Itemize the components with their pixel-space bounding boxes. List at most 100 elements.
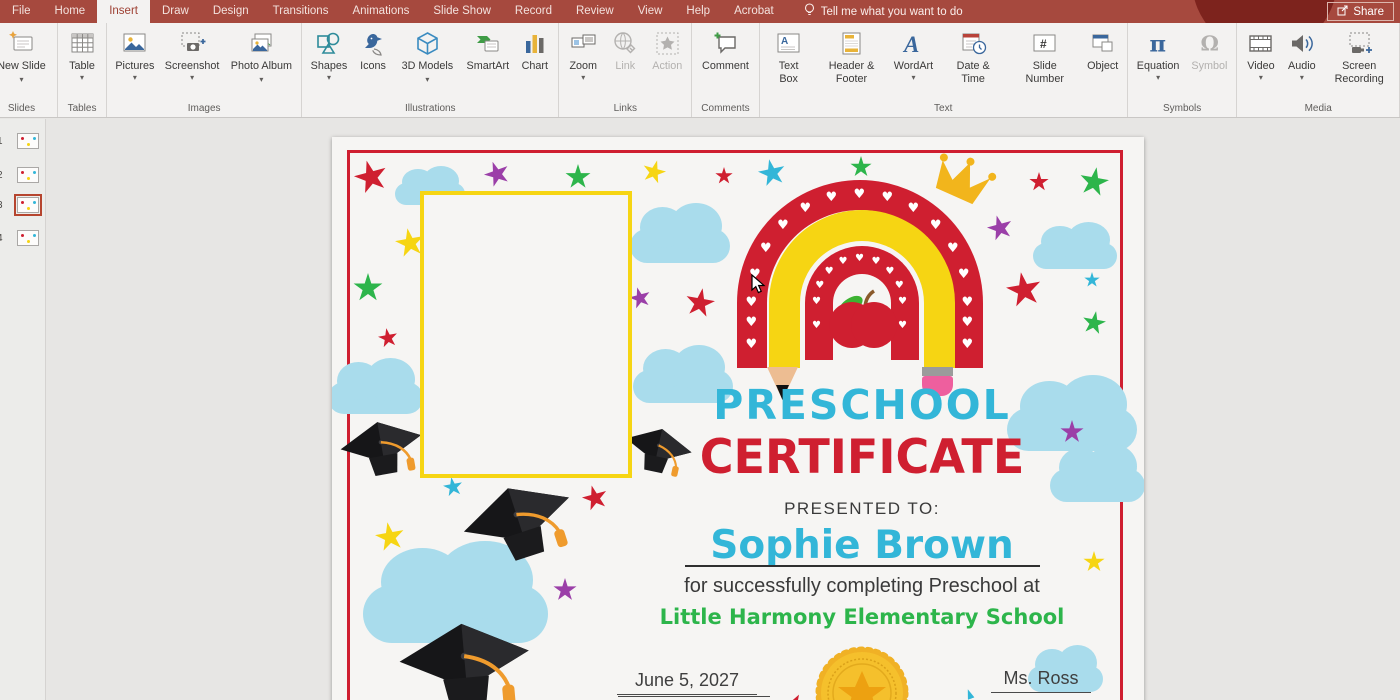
slide-number-button[interactable]: #Slide Number bbox=[1008, 26, 1082, 85]
tab-view[interactable]: View bbox=[626, 0, 675, 23]
ribbon: New Slide ▾SlidesTable▾TablesPictures▾Sc… bbox=[0, 23, 1400, 118]
tab-design[interactable]: Design bbox=[201, 0, 261, 23]
comment-button[interactable]: Comment bbox=[696, 26, 755, 73]
header-footer-button[interactable]: Header & Footer bbox=[815, 26, 889, 85]
school-name-text[interactable]: Little Harmony Elementary School bbox=[522, 605, 1144, 629]
symbol-button: Ω Symbol bbox=[1185, 26, 1233, 73]
tell-me-box[interactable]: Tell me what you want to do bbox=[796, 0, 971, 23]
svg-text:#: # bbox=[1040, 37, 1047, 51]
graduation-cap-decoration bbox=[393, 616, 536, 700]
student-name-text[interactable]: Sophie Brown bbox=[522, 523, 1144, 568]
heart-icon: ♥ bbox=[815, 281, 824, 291]
ribbon-group-label: Links bbox=[608, 100, 643, 117]
new-slide-button[interactable]: New Slide ▾ bbox=[0, 26, 54, 85]
ribbon-group-label: Media bbox=[1299, 100, 1338, 117]
tab-draw[interactable]: Draw bbox=[150, 0, 201, 23]
smartart-icon bbox=[473, 28, 503, 58]
chevron-down-icon: ▾ bbox=[1300, 74, 1304, 82]
tab-help[interactable]: Help bbox=[674, 0, 722, 23]
ribbon-button-label: New Slide ▾ bbox=[0, 60, 48, 85]
chevron-down-icon: ▾ bbox=[190, 74, 194, 82]
date-text[interactable]: June 5, 2027 bbox=[617, 670, 757, 695]
ribbon-group-slides: New Slide ▾ Slides bbox=[0, 23, 58, 117]
ribbon-group-media: Video▾Audio▾Screen Recording Media bbox=[1237, 23, 1400, 117]
audio-button[interactable]: Audio▾ bbox=[1281, 26, 1322, 82]
ribbon-button-label: Header & Footer bbox=[821, 60, 883, 85]
equation-button[interactable]: πEquation▾ bbox=[1131, 26, 1186, 82]
certificate-title-certificate[interactable]: CERTIFICATE bbox=[529, 430, 1144, 485]
screenshot-icon bbox=[177, 28, 207, 58]
slide-canvas[interactable]: ♥♥♥♥♥♥♥♥♥♥♥♥♥♥♥♥♥♥♥♥♥♥♥♥♥♥♥♥ PRESCHOOL C… bbox=[332, 137, 1144, 700]
tab-acrobat[interactable]: Acrobat bbox=[722, 0, 786, 23]
slide-thumbnail-4[interactable]: 4 bbox=[0, 230, 46, 250]
tab-review[interactable]: Review bbox=[564, 0, 626, 23]
ribbon-group-comments: CommentComments bbox=[692, 23, 759, 117]
smartart-button[interactable]: SmartArt bbox=[461, 26, 514, 73]
video-button[interactable]: Video▾ bbox=[1240, 26, 1281, 82]
screenshot-button[interactable]: Screenshot▾ bbox=[160, 26, 225, 82]
slide-thumbnail-2[interactable]: 2 bbox=[0, 167, 46, 187]
slide-thumbnail-1[interactable]: 1 bbox=[0, 133, 46, 153]
tab-transitions[interactable]: Transitions bbox=[261, 0, 341, 23]
ribbon-button-label: Symbol bbox=[1191, 60, 1227, 73]
slide-number-label: 1 bbox=[0, 136, 7, 147]
heart-icon: ♥ bbox=[962, 338, 974, 351]
table-button[interactable]: Table▾ bbox=[61, 26, 103, 82]
ribbon-group-label: Text bbox=[928, 100, 958, 117]
ribbon-button-label: Icons bbox=[360, 60, 386, 73]
chevron-down-icon: ▾ bbox=[80, 74, 84, 82]
pictures-button[interactable]: Pictures▾ bbox=[110, 26, 160, 82]
photo-album-icon bbox=[246, 28, 276, 58]
ribbon-group-label: Symbols bbox=[1157, 100, 1207, 117]
icons-button[interactable]: Icons bbox=[353, 26, 394, 73]
chevron-down-icon: ▾ bbox=[133, 74, 137, 82]
object-button[interactable]: Object bbox=[1082, 26, 1124, 73]
chevron-down-icon: ▾ bbox=[911, 74, 915, 82]
certificate-subtitle[interactable]: for successfully completing Preschool at bbox=[522, 575, 1144, 598]
text-box-button[interactable]: AText Box bbox=[763, 26, 815, 85]
ribbon-button-label: Screenshot bbox=[165, 60, 220, 73]
heart-icon: ♥ bbox=[812, 321, 821, 331]
slide-thumbnail-3[interactable]: 3 bbox=[0, 197, 46, 217]
date-time-button[interactable]: Date & Time bbox=[938, 26, 1007, 85]
tab-animations[interactable]: Animations bbox=[340, 0, 421, 23]
wordart-button[interactable]: AWordArt▾ bbox=[888, 26, 938, 82]
symbol-icon: Ω bbox=[1194, 28, 1224, 58]
audio-icon bbox=[1287, 28, 1317, 58]
chevron-down-icon: ▾ bbox=[425, 75, 429, 84]
ribbon-group-label: Slides bbox=[2, 100, 41, 117]
slide-thumbnail-image bbox=[17, 197, 39, 213]
tab-record[interactable]: Record bbox=[503, 0, 564, 23]
screen-recording-button[interactable]: Screen Recording bbox=[1322, 26, 1396, 85]
slide-number-icon: # bbox=[1030, 28, 1060, 58]
heart-icon: ♥ bbox=[812, 297, 821, 307]
heart-icon: ♥ bbox=[885, 267, 894, 277]
tab-file[interactable]: File bbox=[0, 0, 43, 23]
tab-home[interactable]: Home bbox=[43, 0, 98, 23]
heart-icon: ♥ bbox=[947, 242, 959, 255]
zoom-button[interactable]: Zoom▾ bbox=[562, 26, 604, 82]
photo-album-button[interactable]: Photo Album ▾ bbox=[224, 26, 298, 85]
gold-seal bbox=[814, 645, 910, 700]
tab-insert[interactable]: Insert bbox=[97, 0, 150, 23]
cloud-decoration bbox=[332, 356, 423, 414]
tab-slide-show[interactable]: Slide Show bbox=[421, 0, 503, 23]
3d-models-button[interactable]: 3D Models ▾ bbox=[394, 26, 462, 85]
ribbon-button-label: Text Box bbox=[769, 60, 809, 85]
ribbon-button-label: SmartArt bbox=[467, 60, 510, 73]
shapes-button[interactable]: Shapes▾ bbox=[305, 26, 352, 82]
heart-icon: ♥ bbox=[746, 316, 758, 329]
share-button[interactable]: Share bbox=[1327, 2, 1394, 21]
chart-button[interactable]: Chart bbox=[514, 26, 555, 73]
slide-thumbnail-image bbox=[17, 167, 39, 183]
cloud-decoration bbox=[630, 201, 730, 263]
heart-icon: ♥ bbox=[839, 257, 848, 267]
chevron-down-icon: ▾ bbox=[1259, 74, 1263, 82]
ribbon-button-label: Photo Album ▾ bbox=[230, 60, 292, 85]
certificate-title-preschool[interactable]: PRESCHOOL bbox=[522, 381, 1144, 429]
ribbon-group-text: AText BoxHeader & FooterAWordArt▾Date & … bbox=[760, 23, 1128, 117]
teacher-name-text[interactable]: Ms. Ross bbox=[991, 668, 1091, 693]
heart-icon: ♥ bbox=[746, 338, 758, 351]
zoom-icon bbox=[568, 28, 598, 58]
presented-to-label[interactable]: PRESENTED TO: bbox=[522, 499, 1144, 519]
